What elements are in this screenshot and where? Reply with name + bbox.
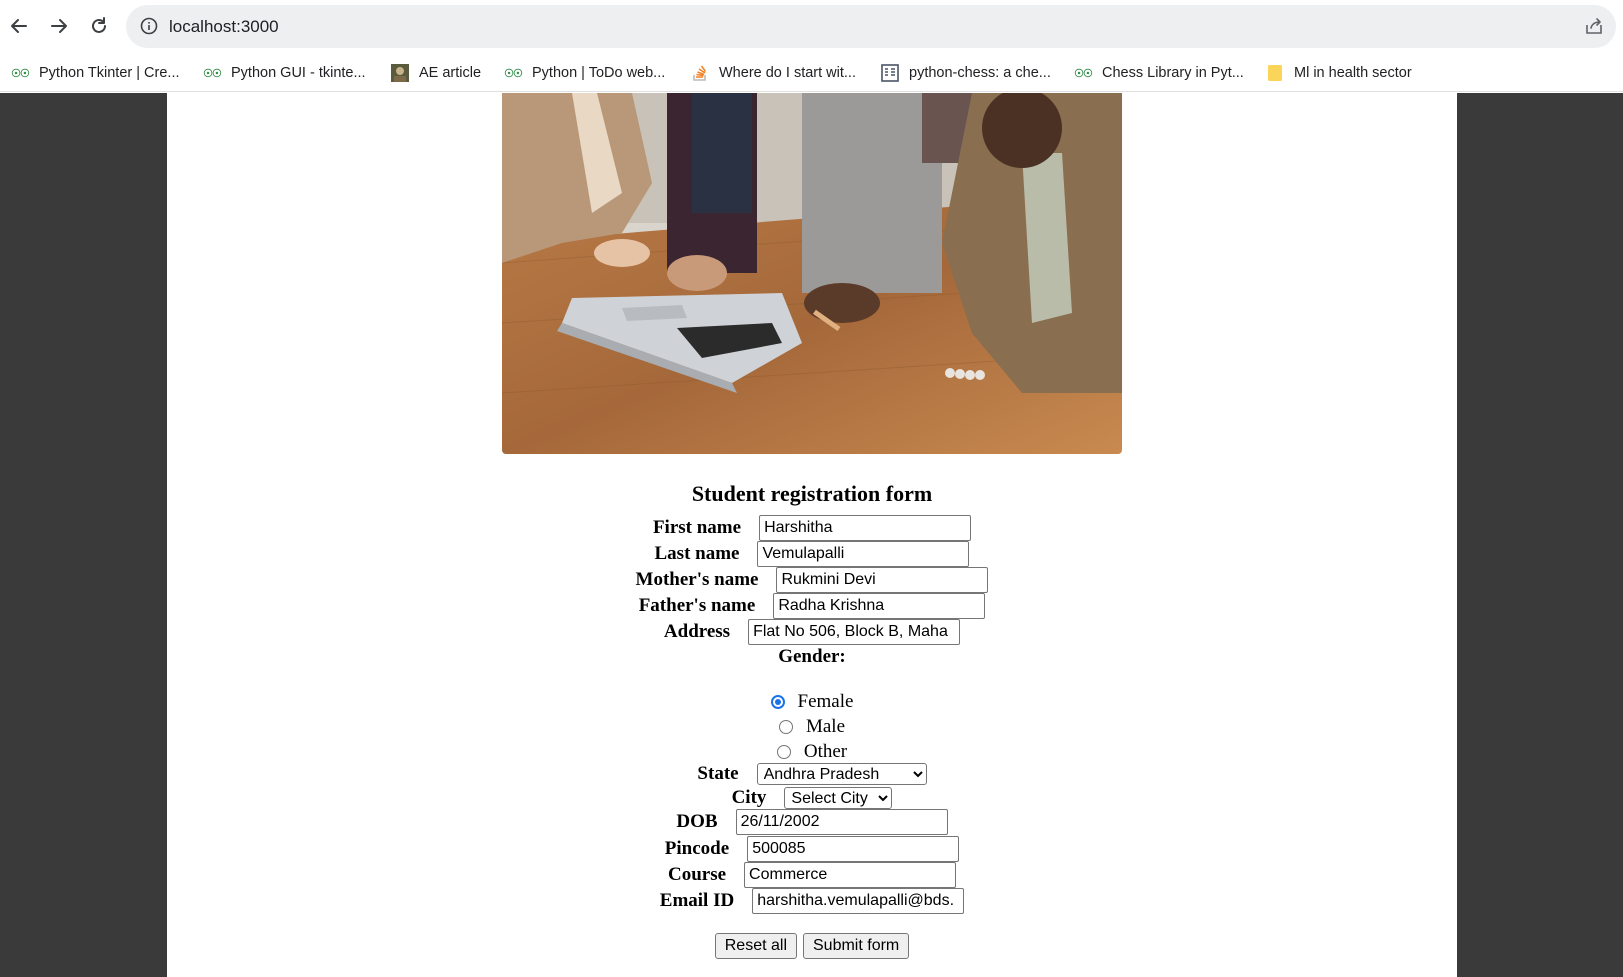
- bookmark-item[interactable]: Ml in health sector: [1265, 54, 1412, 92]
- forward-button[interactable]: [45, 9, 73, 43]
- bookmark-item[interactable]: python-chess: a che...: [880, 54, 1051, 92]
- document-icon: [880, 64, 900, 82]
- info-icon[interactable]: [140, 17, 158, 35]
- gender-option-female[interactable]: Female: [167, 691, 1457, 713]
- father-name-label: Father's name: [638, 595, 756, 616]
- dob-input[interactable]: [735, 809, 948, 835]
- pincode-input[interactable]: [747, 836, 960, 862]
- geeksforgeeks-icon: ☉☉: [504, 67, 523, 80]
- browser-toolbar: localhost:3000: [0, 0, 1623, 54]
- gender-label: Gender:: [778, 646, 846, 667]
- address-label: Address: [663, 621, 731, 642]
- bookmark-item[interactable]: AE article: [390, 54, 481, 92]
- geeksforgeeks-icon: ☉☉: [203, 67, 222, 80]
- email-row: Email ID: [167, 888, 1457, 914]
- email-input[interactable]: [752, 888, 965, 914]
- male-radio[interactable]: [778, 720, 793, 734]
- first-name-row: First name: [167, 515, 1457, 541]
- mother-name-input[interactable]: [776, 567, 989, 593]
- stackoverflow-icon: [690, 65, 710, 81]
- state-row: State Andhra Pradesh: [167, 761, 1457, 787]
- last-name-input[interactable]: [757, 541, 970, 567]
- profile-photo-icon: [390, 64, 410, 82]
- bookmark-label: python-chess: a che...: [909, 65, 1051, 81]
- email-label: Email ID: [659, 890, 735, 911]
- mother-name-label: Mother's name: [635, 569, 759, 590]
- bookmark-label: Python GUI - tkinte...: [231, 65, 366, 81]
- bookmark-label: Ml in health sector: [1294, 65, 1412, 81]
- address-row: Address: [167, 619, 1457, 645]
- submit-button[interactable]: Submit form: [803, 933, 910, 959]
- form-actions: Reset all Submit form: [167, 933, 1457, 959]
- bookmark-label: Python Tkinter | Cre...: [39, 65, 180, 81]
- dob-label: DOB: [676, 811, 718, 832]
- pincode-row: Pincode: [167, 836, 1457, 862]
- back-button[interactable]: [5, 9, 33, 43]
- dob-row: DOB: [167, 809, 1457, 835]
- arrow-left-icon: [11, 19, 27, 33]
- bookmarks-bar: ☉☉ Python Tkinter | Cre... ☉☉ Python GUI…: [0, 54, 1623, 92]
- first-name-input[interactable]: [759, 515, 972, 541]
- bookmark-label: AE article: [419, 65, 482, 81]
- city-row: City Select City: [167, 785, 1457, 811]
- last-name-label: Last name: [654, 543, 740, 564]
- page-viewport: Student registration form First name Las…: [0, 93, 1623, 977]
- folder-icon: [1265, 65, 1285, 81]
- father-name-row: Father's name: [167, 593, 1457, 619]
- address-input[interactable]: [748, 619, 961, 645]
- team-laptop-photo: [502, 93, 1122, 454]
- other-radio-label: Other: [803, 741, 848, 762]
- father-name-input[interactable]: [773, 593, 986, 619]
- male-radio-label: Male: [805, 716, 846, 737]
- course-input[interactable]: [744, 862, 957, 888]
- bookmark-label: Python | ToDo web...: [532, 65, 666, 81]
- female-radio[interactable]: [770, 695, 785, 709]
- form-title: Student registration form: [691, 481, 933, 506]
- bookmark-item[interactable]: ☉☉ Chess Library in Pyt...: [1073, 54, 1244, 92]
- share-icon[interactable]: [1584, 16, 1604, 36]
- gender-option-other[interactable]: Other: [167, 741, 1457, 763]
- state-select[interactable]: Andhra Pradesh: [756, 763, 927, 785]
- bookmark-label: Where do I start wit...: [719, 65, 856, 81]
- bookmark-label: Chess Library in Pyt...: [1102, 65, 1244, 81]
- page-content: Student registration form First name Las…: [167, 93, 1457, 977]
- gender-heading-row: Gender:: [167, 644, 1457, 670]
- reload-icon: [92, 17, 106, 33]
- geeksforgeeks-icon: ☉☉: [11, 67, 30, 80]
- first-name-label: First name: [652, 517, 742, 538]
- city-select[interactable]: Select City: [784, 787, 893, 809]
- female-radio-label: Female: [797, 691, 854, 712]
- gender-option-male[interactable]: Male: [167, 716, 1457, 738]
- bookmark-item[interactable]: ☉☉ Python | ToDo web...: [503, 54, 665, 92]
- mother-name-row: Mother's name: [167, 567, 1457, 593]
- address-bar[interactable]: localhost:3000: [126, 5, 1616, 48]
- bookmark-item[interactable]: ☉☉ Python GUI - tkinte...: [202, 54, 366, 92]
- geeksforgeeks-icon: ☉☉: [1074, 67, 1093, 80]
- state-label: State: [697, 763, 739, 784]
- reload-button[interactable]: [85, 9, 113, 43]
- other-radio[interactable]: [776, 745, 791, 759]
- bookmark-item[interactable]: ☉☉ Python Tkinter | Cre...: [10, 54, 180, 92]
- pincode-label: Pincode: [664, 838, 730, 859]
- reset-button[interactable]: Reset all: [714, 933, 797, 959]
- arrow-right-icon: [51, 19, 67, 33]
- course-label: Course: [667, 864, 727, 885]
- course-row: Course: [167, 862, 1457, 888]
- bookmark-item[interactable]: Where do I start wit...: [690, 54, 856, 92]
- city-label: City: [731, 787, 767, 808]
- last-name-row: Last name: [167, 541, 1457, 567]
- url-text: localhost:3000: [169, 17, 279, 36]
